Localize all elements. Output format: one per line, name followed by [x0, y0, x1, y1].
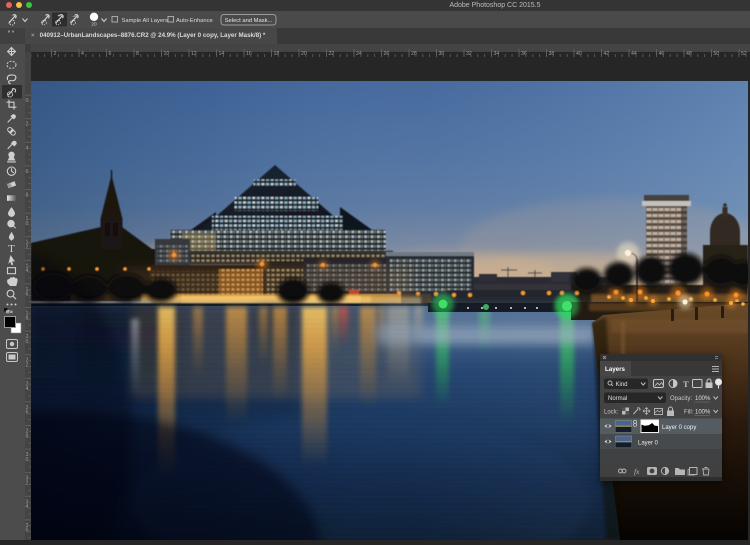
svg-text:Kind: Kind — [616, 382, 628, 388]
svg-text:20: 20 — [91, 22, 97, 28]
svg-text:Auto-Enhance: Auto-Enhance — [176, 18, 213, 24]
svg-text:Fill:: Fill: — [684, 409, 694, 415]
svg-text:8: 8 — [136, 51, 139, 57]
svg-text:T: T — [8, 243, 15, 255]
svg-text:Opacity:: Opacity: — [670, 396, 692, 402]
svg-text:Sample All Layers: Sample All Layers — [122, 18, 168, 24]
svg-text:+: + — [58, 14, 61, 20]
svg-text:Layers: Layers — [605, 366, 626, 373]
svg-text:Layer 0 copy: Layer 0 copy — [662, 425, 696, 431]
svg-text:2: 2 — [54, 51, 57, 57]
svg-text:Normal: Normal — [608, 396, 627, 402]
svg-text:6: 6 — [109, 51, 112, 57]
svg-text:100%: 100% — [695, 396, 711, 402]
svg-text:4: 4 — [81, 51, 84, 57]
svg-text:Layer 0: Layer 0 — [638, 440, 659, 446]
svg-text:100%: 100% — [695, 409, 711, 415]
svg-text:fx: fx — [634, 467, 640, 476]
svg-text:–: – — [73, 14, 76, 20]
svg-text:Lock:: Lock: — [604, 409, 619, 415]
svg-text:T: T — [683, 379, 689, 389]
svg-text:Select and Mask...: Select and Mask... — [225, 18, 273, 24]
